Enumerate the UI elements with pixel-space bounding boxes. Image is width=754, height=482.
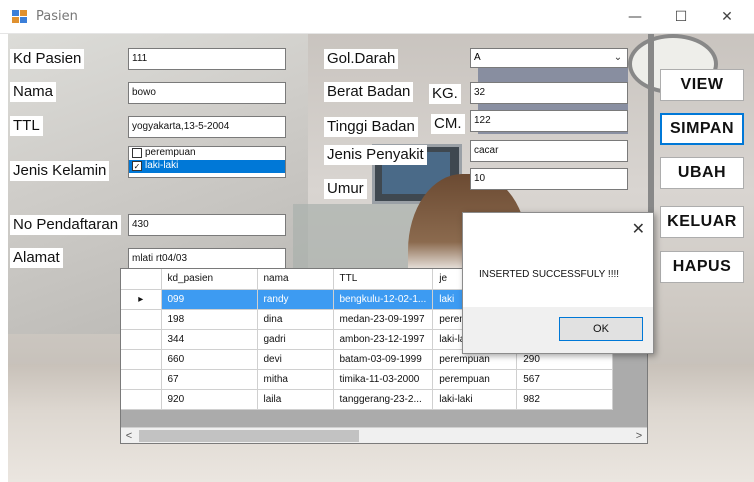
- cell-ttl[interactable]: timika-11-03-2000: [333, 369, 434, 390]
- jenis-kelamin-checklist[interactable]: perempuan ✓ laki-laki: [128, 146, 286, 178]
- cell-nama[interactable]: dina: [257, 309, 334, 330]
- kd-pasien-label: Kd Pasien: [10, 49, 85, 69]
- column-header-nama[interactable]: nama: [257, 269, 334, 290]
- cell-jenis[interactable]: perempuan: [432, 369, 518, 390]
- message-text: INSERTED SUCCESSFULY !!!!: [479, 269, 620, 280]
- alamat-input[interactable]: mlati rt04/03: [128, 248, 286, 270]
- jenis-penyakit-label: Jenis Penyakit: [324, 145, 427, 165]
- cell-kd-pasien[interactable]: 198: [161, 309, 258, 330]
- current-row-indicator-icon[interactable]: ▸: [121, 289, 162, 310]
- berat-badan-input[interactable]: 32: [470, 82, 628, 104]
- ttl-label: TTL: [10, 116, 43, 136]
- gol-darah-select[interactable]: A ⌄: [470, 48, 628, 68]
- message-box-dialog: ✕ INSERTED SUCCESSFULY !!!! OK: [462, 212, 654, 354]
- app-icon: [12, 10, 28, 24]
- cell-nama[interactable]: gadri: [257, 329, 334, 350]
- scrollbar-thumb[interactable]: [139, 430, 359, 442]
- jenis-kelamin-label: Jenis Kelamin: [10, 161, 110, 181]
- row-header[interactable]: [121, 309, 162, 330]
- tinggi-badan-label: Tinggi Badan: [324, 117, 418, 137]
- row-header-corner: [121, 269, 162, 290]
- message-box-footer: OK: [463, 307, 653, 353]
- berat-badan-label: Berat Badan: [324, 82, 414, 102]
- kg-unit-label: KG.: [429, 84, 461, 104]
- cell-kd-pasien[interactable]: 099: [161, 289, 258, 310]
- cell-ttl[interactable]: bengkulu-12-02-1...: [333, 289, 434, 310]
- cell-kd-pasien[interactable]: 344: [161, 329, 258, 350]
- cell-jenis[interactable]: laki-laki: [432, 389, 518, 410]
- cell-ttl[interactable]: ambon-23-12-1997: [333, 329, 434, 350]
- cell-nama[interactable]: mitha: [257, 369, 334, 390]
- view-button[interactable]: VIEW: [660, 69, 744, 101]
- umur-label: Umur: [324, 179, 367, 199]
- cell-kd-pasien[interactable]: 660: [161, 349, 258, 370]
- tinggi-badan-input[interactable]: 122: [470, 110, 628, 132]
- cell-extra[interactable]: 982: [516, 389, 614, 410]
- cell-nama[interactable]: devi: [257, 349, 334, 370]
- nama-input[interactable]: bowo: [128, 82, 286, 104]
- ttl-input[interactable]: yogyakarta,13-5-2004: [128, 116, 286, 138]
- ok-button[interactable]: OK: [559, 317, 643, 341]
- nama-label: Nama: [10, 82, 57, 102]
- alamat-label: Alamat: [10, 248, 63, 268]
- keluar-button[interactable]: KELUAR: [660, 206, 744, 238]
- cell-nama[interactable]: randy: [257, 289, 334, 310]
- cell-kd-pasien[interactable]: 920: [161, 389, 258, 410]
- minimize-button[interactable]: —: [612, 0, 658, 34]
- close-window-button[interactable]: ✕: [704, 0, 750, 34]
- cell-ttl[interactable]: medan-23-09-1997: [333, 309, 434, 330]
- no-pendaftaran-label: No Pendaftaran: [10, 215, 122, 235]
- horizontal-scrollbar[interactable]: < >: [121, 427, 647, 443]
- column-header-kd-pasien[interactable]: kd_pasien: [161, 269, 258, 290]
- jenis-penyakit-input[interactable]: cacar: [470, 140, 628, 162]
- jenis-kelamin-option-perempuan[interactable]: perempuan: [129, 147, 285, 160]
- no-pendaftaran-input[interactable]: 430: [128, 214, 286, 236]
- scroll-right-icon[interactable]: >: [631, 428, 647, 443]
- cell-kd-pasien[interactable]: 67: [161, 369, 258, 390]
- scroll-left-icon[interactable]: <: [121, 428, 137, 443]
- simpan-button[interactable]: SIMPAN: [660, 113, 744, 145]
- umur-input[interactable]: 10: [470, 168, 628, 190]
- window-title-bar: Pasien — ☐ ✕: [0, 0, 754, 34]
- gol-darah-label: Gol.Darah: [324, 49, 399, 69]
- gol-darah-selected-value: A: [474, 52, 481, 63]
- cm-unit-label: CM.: [431, 114, 465, 134]
- ubah-button[interactable]: UBAH: [660, 157, 744, 189]
- kd-pasien-input[interactable]: 111: [128, 48, 286, 70]
- jenis-kelamin-option-laki-laki[interactable]: ✓ laki-laki: [129, 160, 285, 173]
- window-title: Pasien: [36, 9, 78, 24]
- cell-extra[interactable]: 567: [516, 369, 614, 390]
- hapus-button[interactable]: HAPUS: [660, 251, 744, 283]
- chevron-down-icon[interactable]: ⌄: [611, 49, 625, 67]
- cell-ttl[interactable]: tanggerang-23-2...: [333, 389, 434, 410]
- column-header-ttl[interactable]: TTL: [333, 269, 434, 290]
- row-header[interactable]: [121, 329, 162, 350]
- row-header[interactable]: [121, 349, 162, 370]
- row-header[interactable]: [121, 389, 162, 410]
- cell-nama[interactable]: laila: [257, 389, 334, 410]
- row-header[interactable]: [121, 369, 162, 390]
- close-icon[interactable]: ✕: [632, 219, 645, 238]
- cell-ttl[interactable]: batam-03-09-1999: [333, 349, 434, 370]
- maximize-button[interactable]: ☐: [658, 0, 704, 34]
- table-row[interactable]: 920 laila tanggerang-23-2... laki-laki 9…: [121, 389, 614, 410]
- table-row[interactable]: 67 mitha timika-11-03-2000 perempuan 567: [121, 369, 614, 390]
- checkbox-checked-icon[interactable]: ✓: [132, 161, 142, 171]
- checkbox-icon[interactable]: [132, 148, 142, 158]
